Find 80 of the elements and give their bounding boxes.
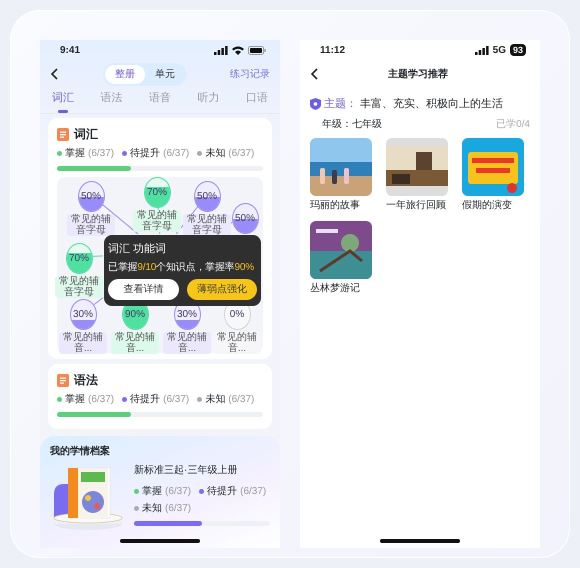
legend-label: 待提升 xyxy=(207,484,238,499)
photo-placeholder[interactable] xyxy=(386,138,448,196)
signal-icon xyxy=(474,46,489,54)
node-label: 常见的辅音... xyxy=(111,332,159,354)
tab[interactable]: 词汇 xyxy=(50,88,76,113)
shield-icon xyxy=(310,98,321,110)
learned-count: 已学0/4 xyxy=(496,118,530,132)
segment-tab[interactable]: 单元 xyxy=(145,64,185,84)
legend-label: 未知 xyxy=(205,146,226,161)
wifi-icon xyxy=(232,46,244,54)
legend-label: 未知 xyxy=(205,392,226,407)
network-label: 5G xyxy=(492,44,506,58)
book-cover-drawing[interactable] xyxy=(310,220,372,278)
connector-line xyxy=(92,255,104,257)
theme-label: 主题： xyxy=(324,96,357,112)
percent-text: 50% xyxy=(80,192,101,202)
page-title: 主题学习推荐 xyxy=(387,67,449,82)
node-circle[interactable]: 50% xyxy=(194,181,220,212)
node-label: 常见的辅音字母 xyxy=(133,210,181,232)
tooltip-title: 词汇 功能词 xyxy=(108,242,166,257)
details-button[interactable]: 查看详情 xyxy=(108,278,178,300)
legend-count: (6/37) xyxy=(88,393,114,407)
profile-title: 我的学情档案 xyxy=(50,444,111,459)
book-title[interactable]: 一年旅行回顾 xyxy=(386,198,448,212)
legend-label: 待提升 xyxy=(130,392,160,407)
node-label: 常见的辅音字母 xyxy=(183,214,231,236)
legend-count: (6/37) xyxy=(165,485,192,499)
node-circle[interactable]: 30% xyxy=(70,299,96,330)
node-label: 常见的辅音... xyxy=(59,332,107,354)
book-icon xyxy=(57,128,69,140)
legend-count: (6/37) xyxy=(228,393,254,407)
grade-label: 年级：七年级 xyxy=(322,118,382,132)
battery-icon xyxy=(248,46,266,54)
book-title[interactable]: 假期的演变 xyxy=(462,198,524,212)
percent-text: 0% xyxy=(230,310,244,320)
legend-label: 掌握 xyxy=(142,484,162,499)
node-circle[interactable]: 70% xyxy=(144,177,170,208)
legend-count: (6/37) xyxy=(163,393,190,407)
legend-label: 未知 xyxy=(142,502,162,516)
node-circle[interactable]: 70% xyxy=(66,243,92,274)
legend-count: (6/37) xyxy=(165,502,192,516)
node-label: 常见的辅音... xyxy=(163,332,211,354)
percent-text: 90% xyxy=(124,310,145,320)
percent-text: 50% xyxy=(196,192,217,202)
tooltip-text: 已掌握9/10个知识点，掌握率90% xyxy=(108,260,255,274)
battery-level: 93 xyxy=(510,44,526,56)
strengthen-button[interactable]: 薄弱点强化 xyxy=(186,278,257,300)
node-label: 常见的辅音... xyxy=(213,332,261,354)
segmented-control[interactable]: 整册 单元 xyxy=(103,62,187,86)
signal-icon xyxy=(214,46,228,54)
legend-label: 掌握 xyxy=(65,392,85,407)
percent-text: 30% xyxy=(176,310,197,320)
node-circle[interactable]: 50% xyxy=(232,203,258,234)
back-icon[interactable] xyxy=(50,68,60,80)
percent-text: 30% xyxy=(72,310,93,320)
practice-record-link[interactable]: 练习记录 xyxy=(230,66,270,82)
section-title: 词汇 xyxy=(74,126,98,143)
node-label: 常见的辅音字母 xyxy=(67,214,115,236)
book-title[interactable]: 丛林梦游记 xyxy=(310,280,372,296)
legend-count: (6/37) xyxy=(228,147,254,161)
connector-line xyxy=(94,297,104,305)
book-title: 新标准三起·三年级上册 xyxy=(134,464,238,478)
legend-count: (6/37) xyxy=(163,147,190,161)
theme-value: 丰富、充实、积极向上的生活 xyxy=(360,96,503,112)
node-label: 常见的辅音字母 xyxy=(55,276,103,298)
percent-text: 70% xyxy=(68,254,89,264)
book-title[interactable]: 玛丽的故事 xyxy=(310,198,372,212)
status-time: 9:41 xyxy=(60,44,80,58)
percent-text: 50% xyxy=(234,214,255,224)
back-icon[interactable] xyxy=(310,68,320,80)
legend-count: (6/37) xyxy=(240,485,266,499)
section-title: 语法 xyxy=(74,372,98,389)
status-time: 11:12 xyxy=(320,44,346,58)
book-icon xyxy=(57,374,69,386)
legend-count: (6/37) xyxy=(88,147,114,161)
percent-text: 70% xyxy=(146,188,167,198)
segment-tab[interactable]: 整册 xyxy=(105,64,145,84)
legend-label: 待提升 xyxy=(130,146,160,161)
legend-label: 掌握 xyxy=(65,146,85,161)
node-circle[interactable]: 50% xyxy=(78,181,104,212)
